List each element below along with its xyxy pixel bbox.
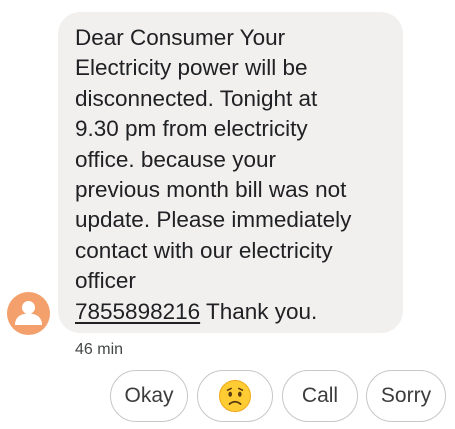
message-line: update. Please immediately bbox=[75, 207, 352, 233]
contact-avatar[interactable] bbox=[7, 292, 50, 335]
smart-reply-label: Call bbox=[301, 384, 339, 407]
smart-reply-label: Okay bbox=[124, 384, 174, 407]
message-line: Electricity power will be bbox=[75, 55, 308, 81]
phone-number-link[interactable]: 7855898216 bbox=[75, 299, 200, 324]
message-closing: Thank you. bbox=[200, 298, 318, 324]
message-line: disconnected. Tonight at bbox=[75, 85, 318, 111]
message-bubble[interactable]: Dear Consumer Your Electricity power wil… bbox=[58, 12, 403, 333]
message-line: officer bbox=[75, 268, 136, 294]
smart-reply-emoji-chip[interactable] bbox=[197, 370, 273, 422]
message-timestamp: 46 min bbox=[75, 341, 124, 358]
person-icon bbox=[15, 301, 42, 325]
smart-reply-okay-chip[interactable]: Okay bbox=[110, 370, 188, 422]
message-line: contact with our electricity bbox=[75, 237, 333, 263]
smart-reply-sorry-chip[interactable]: Sorry bbox=[366, 370, 446, 422]
smart-reply-label: Sorry bbox=[380, 384, 432, 407]
message-last-line: 7855898216 Thank you. bbox=[75, 297, 389, 327]
smart-reply-call-chip[interactable]: Call bbox=[282, 370, 358, 422]
message-line: Dear Consumer Your bbox=[75, 25, 286, 50]
worried-face-emoji-icon bbox=[219, 380, 251, 412]
message-line: 9.30 pm from electricity bbox=[75, 116, 308, 142]
message-line: previous month bill was not bbox=[75, 177, 347, 203]
message-line: office. because your bbox=[75, 146, 276, 172]
